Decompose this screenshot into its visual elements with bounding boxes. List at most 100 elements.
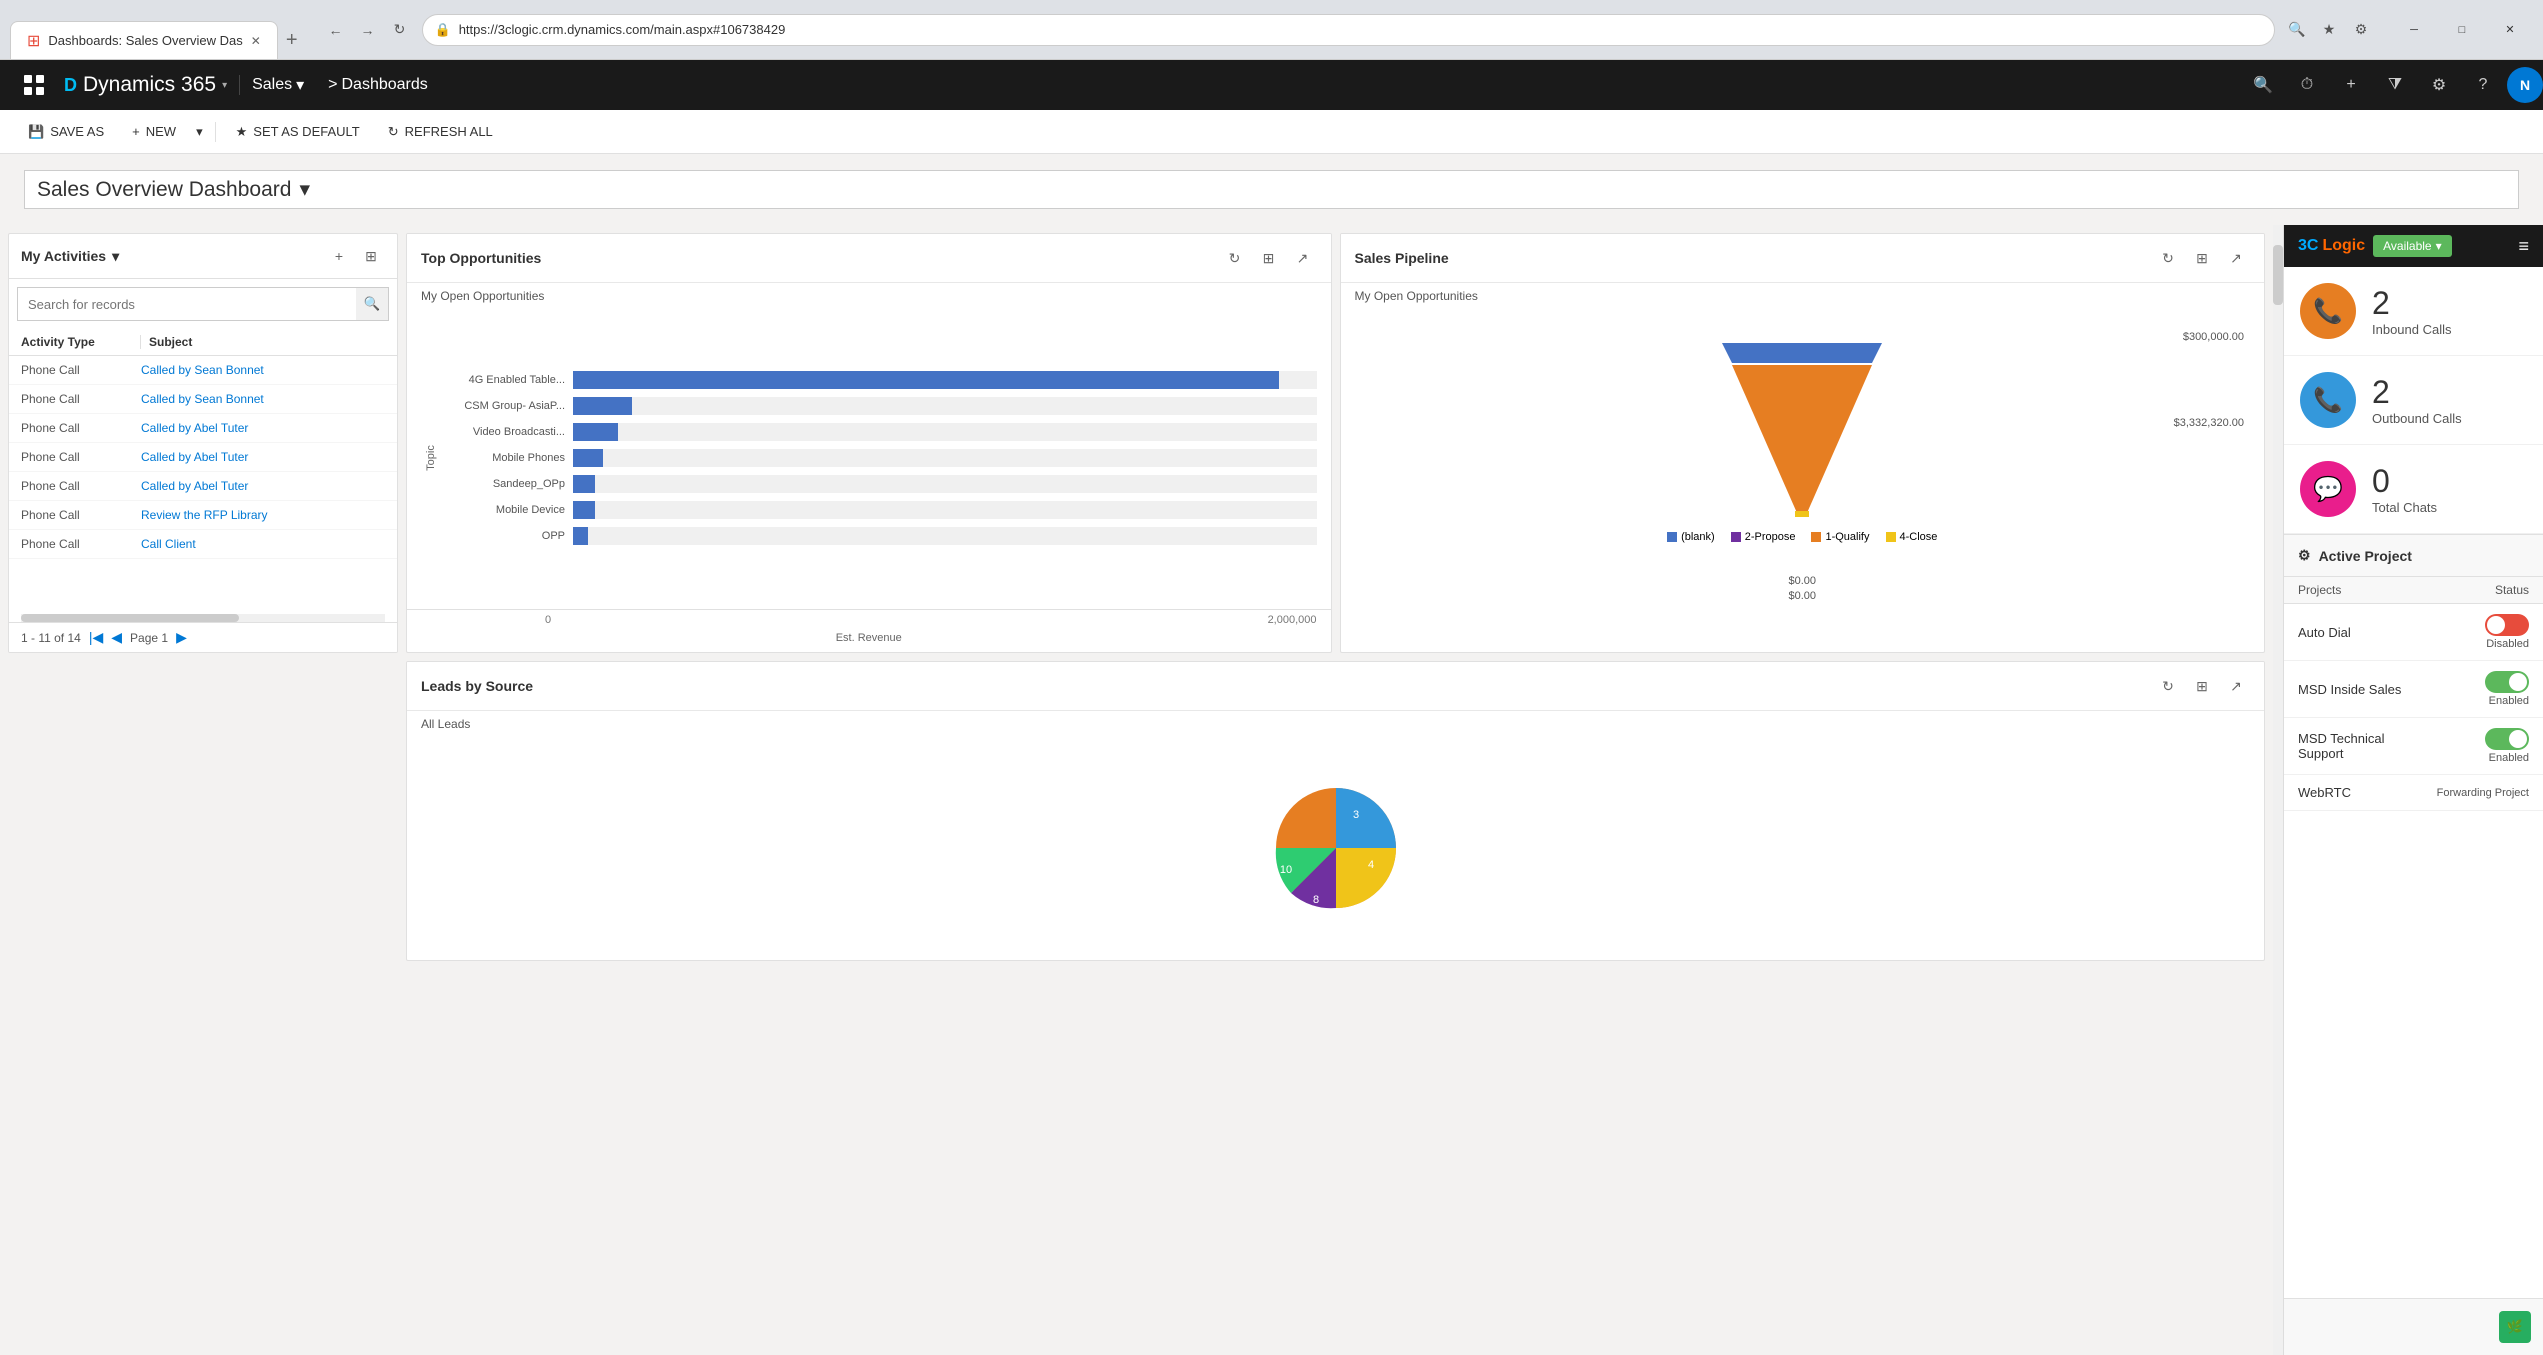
leads-subtitle: All Leads — [407, 711, 2264, 735]
bar-label: OPP — [445, 530, 565, 542]
next-page-button[interactable]: ▶ — [176, 629, 187, 646]
app-bar-actions: 🔍 ⏱ + ⧩ ⚙ ? N — [2243, 60, 2543, 110]
y-axis-label: Topic — [425, 445, 437, 471]
app-bar: D Dynamics 365 ▾ Sales ▾ > Dashboards 🔍 … — [0, 60, 2543, 110]
recent-records-icon[interactable]: ⏱ — [2287, 60, 2327, 110]
expand-leads-button[interactable]: ↗ — [2222, 672, 2250, 700]
bookmarks-button[interactable]: ★ — [2315, 16, 2343, 44]
dashboard-header: Sales Overview Dashboard ▾ — [0, 154, 2543, 225]
refresh-pipeline-button[interactable]: ↻ — [2154, 244, 2182, 272]
grid-opportunities-button[interactable]: ⊞ — [1255, 244, 1283, 272]
autodial-project-name: Auto Dial — [2298, 625, 2429, 640]
table-row: Phone Call Review the RFP Library — [9, 501, 397, 530]
activity-type-cell: Phone Call — [21, 537, 141, 551]
sidebar-footer-icon[interactable]: 🌿 — [2499, 1311, 2531, 1343]
legend-label-qualify: 1-Qualify — [1825, 531, 1869, 543]
grid-view-button[interactable]: ⊞ — [357, 242, 385, 270]
refresh-opportunities-button[interactable]: ↻ — [1221, 244, 1249, 272]
new-dropdown-button[interactable]: ▾ — [192, 118, 207, 146]
insidesales-toggle[interactable] — [2485, 671, 2529, 693]
avatar[interactable]: N — [2507, 67, 2543, 103]
forward-button[interactable]: → — [354, 16, 382, 44]
browser-search-button[interactable]: 🔍 — [2283, 16, 2311, 44]
address-bar[interactable]: 🔒 https://3clogic.crm.dynamics.com/main.… — [422, 14, 2275, 46]
techsupport-status-label: Enabled — [2489, 752, 2529, 764]
autodial-toggle[interactable] — [2485, 614, 2529, 636]
minimize-button[interactable]: ─ — [2391, 14, 2437, 46]
funnel-bot-value: $0.00 — [1788, 575, 1816, 587]
bar-track — [573, 527, 1317, 545]
expand-opportunities-button[interactable]: ↗ — [1289, 244, 1317, 272]
active-tab[interactable]: ⊞ Dashboards: Sales Overview Das ✕ — [10, 21, 278, 59]
back-button[interactable]: ← — [322, 16, 350, 44]
filter-icon[interactable]: ⧩ — [2375, 60, 2415, 110]
settings-gear-icon: ⚙ — [2298, 547, 2311, 564]
refresh-button[interactable]: ↻ — [386, 16, 414, 44]
bar-track — [573, 423, 1317, 441]
phone-out-icon: 📞 — [2313, 386, 2343, 415]
app-module[interactable]: Sales ▾ — [239, 75, 316, 95]
autodial-status-label: Disabled — [2486, 638, 2529, 650]
avatar-initials: N — [2520, 77, 2530, 93]
tab-close-button[interactable]: ✕ — [251, 34, 261, 48]
search-bar-icon[interactable]: 🔍 — [2243, 60, 2283, 110]
create-quick-icon[interactable]: + — [2331, 60, 2371, 110]
total-chats-card: 💬 0 Total Chats — [2284, 445, 2543, 534]
activity-subject-cell[interactable]: Called by Sean Bonnet — [141, 392, 385, 406]
techsupport-toggle[interactable] — [2485, 728, 2529, 750]
grid-leads-button[interactable]: ⊞ — [2188, 672, 2216, 700]
bar-track — [573, 501, 1317, 519]
new-button[interactable]: + NEW — [120, 114, 188, 150]
bar-row: Mobile Device — [445, 501, 1317, 519]
expand-pipeline-button[interactable]: ↗ — [2222, 244, 2250, 272]
available-button[interactable]: Available ▾ — [2373, 235, 2452, 257]
app-grid-button[interactable] — [16, 67, 52, 103]
funnel-legend: (blank) 2-Propose 1-Qualify 4-Close — [1667, 531, 1937, 543]
horizontal-scrollbar[interactable] — [21, 614, 385, 622]
first-page-button[interactable]: |◀ — [89, 629, 103, 646]
activity-subject-cell[interactable]: Review the RFP Library — [141, 508, 385, 522]
chat-icon: 💬 — [2313, 475, 2343, 504]
extensions-button[interactable]: ⚙ — [2347, 16, 2375, 44]
pipeline-widget-header: Sales Pipeline ↻ ⊞ ↗ — [1341, 234, 2265, 283]
pie-label-8: 8 — [1312, 894, 1318, 906]
pipeline-title: Sales Pipeline — [1355, 250, 2155, 266]
settings-icon[interactable]: ⚙ — [2419, 60, 2459, 110]
col-subject-header: Subject — [141, 335, 385, 349]
funnel-bot2-value: $0.00 — [1788, 590, 1816, 602]
inbound-calls-label: Inbound Calls — [2372, 322, 2452, 337]
table-row: Phone Call Called by Abel Tuter — [9, 443, 397, 472]
activity-subject-cell[interactable]: Called by Abel Tuter — [141, 479, 385, 493]
search-submit-button[interactable]: 🔍 — [356, 288, 388, 320]
sidebar-header: 3C Logic Available ▾ ≡ — [2284, 225, 2543, 267]
webrtc-status-label: Forwarding Project — [2437, 787, 2529, 799]
new-tab-button[interactable]: + — [278, 21, 306, 59]
total-chats-icon[interactable]: 💬 — [2300, 461, 2356, 517]
grid-pipeline-button[interactable]: ⊞ — [2188, 244, 2216, 272]
opportunities-widget-header: Top Opportunities ↻ ⊞ ↗ — [407, 234, 1331, 283]
refresh-leads-button[interactable]: ↻ — [2154, 672, 2182, 700]
outbound-calls-icon[interactable]: 📞 — [2300, 372, 2356, 428]
maximize-button[interactable]: □ — [2439, 14, 2485, 46]
sidebar-menu-icon[interactable]: ≡ — [2518, 236, 2529, 257]
dashboard-row-2: Leads by Source ↻ ⊞ ↗ All Leads — [8, 661, 2265, 961]
inbound-calls-icon[interactable]: 📞 — [2300, 283, 2356, 339]
star-icon: ★ — [236, 124, 248, 140]
save-as-button[interactable]: 💾 SAVE AS — [16, 114, 116, 150]
activity-subject-cell[interactable]: Called by Abel Tuter — [141, 450, 385, 464]
dashboard-title-select[interactable]: Sales Overview Dashboard ▾ — [24, 170, 2519, 209]
set-default-button[interactable]: ★ SET AS DEFAULT — [224, 114, 372, 150]
my-activities-title[interactable]: My Activities ▾ — [21, 248, 119, 265]
activity-subject-cell[interactable]: Called by Sean Bonnet — [141, 363, 385, 377]
refresh-all-button[interactable]: ↻ REFRESH ALL — [376, 114, 505, 150]
add-activity-button[interactable]: + — [325, 242, 353, 270]
bar-chart: 4G Enabled Table... CSM Group- AsiaP... … — [445, 315, 1317, 601]
search-input[interactable] — [18, 291, 356, 318]
activity-subject-cell[interactable]: Call Client — [141, 537, 385, 551]
activity-subject-cell[interactable]: Called by Abel Tuter — [141, 421, 385, 435]
close-button[interactable]: ✕ — [2487, 14, 2533, 46]
app-name[interactable]: D Dynamics 365 ▾ — [52, 73, 239, 97]
prev-page-button[interactable]: ◀ — [111, 629, 122, 646]
dashboard-scrollbar[interactable] — [2273, 225, 2283, 1355]
help-icon[interactable]: ? — [2463, 60, 2503, 110]
